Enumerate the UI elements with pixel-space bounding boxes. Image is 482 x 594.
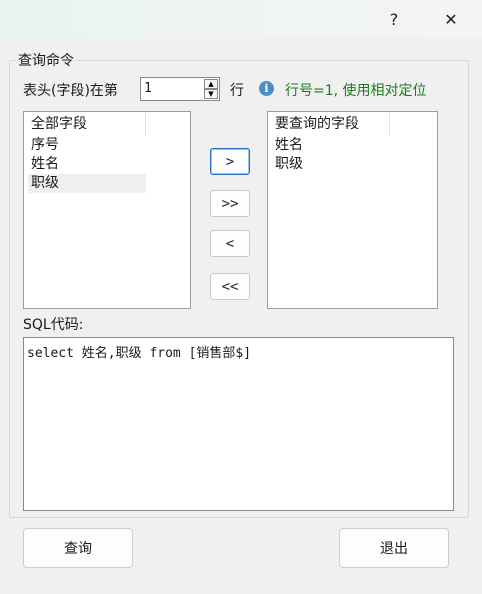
header-row-value[interactable]: 1 — [144, 81, 152, 96]
selected-fields-header[interactable]: 要查询的字段 — [268, 112, 390, 136]
exit-button[interactable]: 退出 — [339, 528, 449, 568]
spin-down-icon[interactable]: ▼ — [204, 89, 218, 99]
remove-field-button[interactable]: < — [210, 230, 250, 257]
list-item[interactable]: 姓名 — [272, 136, 390, 155]
spin-up-icon[interactable]: ▲ — [204, 79, 218, 89]
header-row-prefix-label: 表头(字段)在第 — [23, 83, 118, 99]
all-fields-listbox[interactable]: 全部字段 序号 姓名 职级 — [23, 111, 191, 309]
list-item[interactable]: 职级 — [272, 155, 390, 174]
header-row-spinner[interactable]: 1 ▲ ▼ — [140, 77, 220, 101]
double-chevron-right-icon: >> — [221, 195, 239, 212]
add-all-fields-button[interactable]: >> — [210, 190, 250, 217]
row-hint-text: 行号=1, 使用相对定位 — [285, 83, 427, 99]
list-item[interactable]: 职级 — [28, 174, 146, 193]
query-button[interactable]: 查询 — [23, 528, 133, 568]
close-button[interactable]: ✕ — [428, 0, 474, 38]
sql-code-text[interactable]: select 姓名,职级 from [销售部$] — [27, 342, 251, 361]
add-field-button[interactable]: > — [210, 148, 250, 175]
title-bar: ? ✕ — [0, 0, 482, 38]
close-icon: ✕ — [444, 9, 458, 29]
query-button-label: 查询 — [64, 541, 92, 557]
exit-button-label: 退出 — [380, 541, 408, 557]
remove-all-fields-button[interactable]: << — [210, 273, 250, 300]
sql-code-textarea[interactable]: select 姓名,职级 from [销售部$] — [23, 337, 454, 511]
group-title: 查询命令 — [16, 50, 76, 70]
sql-code-label: SQL代码: — [23, 317, 84, 333]
list-item[interactable]: 序号 — [28, 136, 146, 155]
chevron-right-icon: > — [225, 153, 235, 170]
chevron-left-icon: < — [225, 235, 235, 252]
all-fields-header[interactable]: 全部字段 — [24, 112, 146, 136]
info-icon: i — [259, 81, 274, 96]
double-chevron-left-icon: << — [221, 278, 239, 295]
help-button[interactable]: ? — [371, 0, 417, 38]
list-item[interactable]: 姓名 — [28, 155, 146, 174]
header-row-suffix-label: 行 — [230, 83, 244, 99]
selected-fields-listbox[interactable]: 要查询的字段 姓名 职级 — [267, 111, 438, 309]
help-icon: ? — [389, 9, 399, 29]
